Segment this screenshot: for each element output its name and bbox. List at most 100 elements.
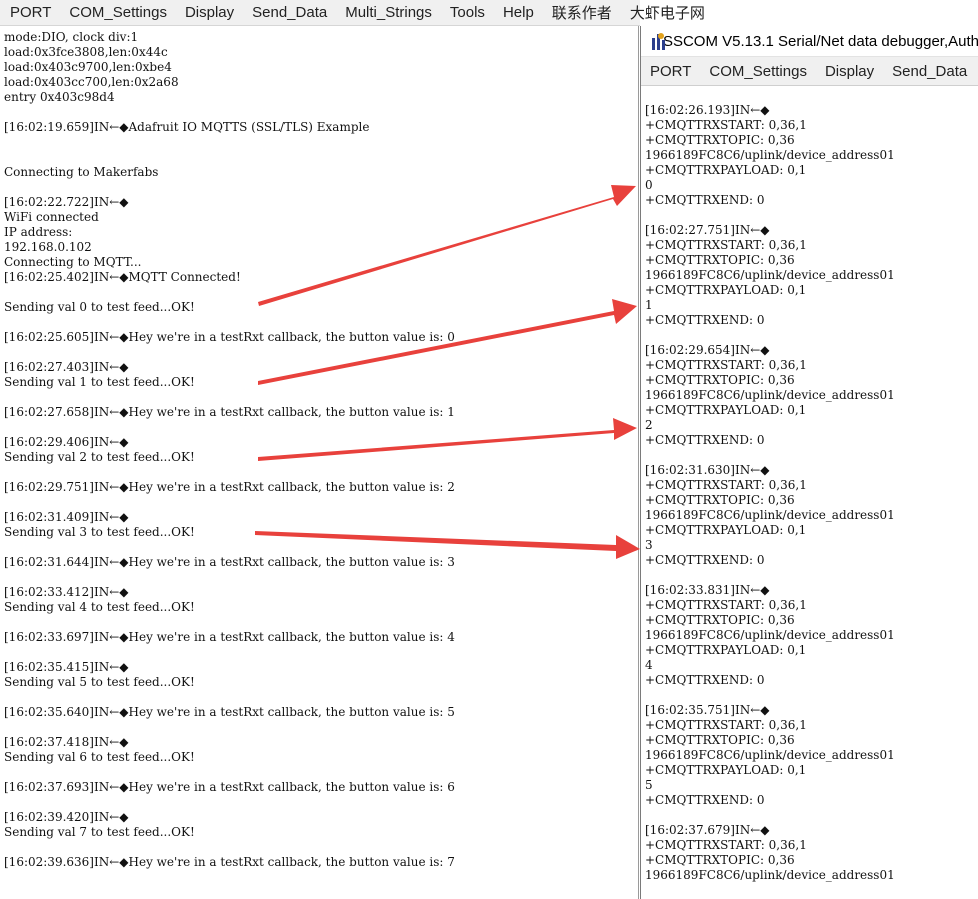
- menu-display[interactable]: Display: [816, 63, 883, 80]
- right-log-line: +CMQTTRXTOPIC: 0,36: [645, 253, 795, 267]
- left-log-text: mode:DIO, clock div:1 load:0x3fce3808,len…: [4, 30, 455, 870]
- right-log-line: [645, 208, 895, 223]
- right-log-line: +CMQTTRXPAYLOAD: 0,1: [645, 283, 807, 297]
- right-log-line: 1966189FC8C6/uplink/device_address01: [645, 628, 895, 642]
- left-log-line: [4, 540, 455, 555]
- right-log-line: +CMQTTRXTOPIC: 0,36: [645, 853, 795, 867]
- menu-send-data[interactable]: Send_Data: [243, 4, 336, 21]
- right-log-line: +CMQTTRXEND: 0: [645, 793, 765, 807]
- window-title: SSCOM V5.13.1 Serial/Net data debugger,A…: [662, 32, 978, 50]
- menu-help[interactable]: Help: [494, 4, 543, 21]
- right-log-line: +CMQTTRXPAYLOAD: 0,1: [645, 523, 807, 537]
- left-log-line: [16:02:37.418]IN←◆: [4, 735, 129, 749]
- right-log-text: [16:02:26.193]IN←◆ +CMQTTRXSTART: 0,36,1 +…: [645, 103, 895, 883]
- right-log-line: +CMQTTRXTOPIC: 0,36: [645, 373, 795, 387]
- menu-send-data[interactable]: Send_Data: [883, 63, 976, 80]
- left-log-line: [16:02:29.406]IN←◆: [4, 435, 129, 449]
- left-receive-panel[interactable]: mode:DIO, clock div:1 load:0x3fce3808,len…: [0, 26, 639, 899]
- menu-com-settings[interactable]: COM_Settings: [60, 4, 176, 21]
- right-receive-panel[interactable]: [16:02:26.193]IN←◆ +CMQTTRXSTART: 0,36,1 +…: [641, 86, 978, 899]
- left-log-line: [16:02:19.659]IN←◆Adafruit IO MQTTS (SSL…: [4, 120, 370, 134]
- right-log-line: 5: [645, 778, 653, 792]
- left-log-line: Sending val 5 to test feed...OK!: [4, 675, 195, 689]
- menu-port[interactable]: PORT: [641, 63, 700, 80]
- right-log-line: [16:02:37.679]IN←◆: [645, 823, 770, 837]
- menu-port[interactable]: PORT: [0, 4, 60, 21]
- sscom-window: SSCOM V5.13.1 Serial/Net data debugger,A…: [640, 26, 978, 899]
- left-log-line: [16:02:35.640]IN←◆Hey we're in a testRxt…: [4, 705, 455, 719]
- right-log-line: +CMQTTRXEND: 0: [645, 673, 765, 687]
- left-log-line: [4, 840, 455, 855]
- right-log-line: 1966189FC8C6/uplink/device_address01: [645, 268, 895, 282]
- left-log-line: [4, 180, 455, 195]
- right-log-line: +CMQTTRXEND: 0: [645, 553, 765, 567]
- right-log-line: +CMQTTRXPAYLOAD: 0,1: [645, 763, 807, 777]
- left-log-line: [16:02:25.605]IN←◆Hey we're in a testRxt…: [4, 330, 455, 344]
- right-log-line: 1966189FC8C6/uplink/device_address01: [645, 148, 895, 162]
- left-log-line: IP address:: [4, 225, 73, 239]
- left-log-line: [4, 690, 455, 705]
- left-log-line: [4, 285, 455, 300]
- right-log-line: +CMQTTRXTOPIC: 0,36: [645, 133, 795, 147]
- right-log-line: 1966189FC8C6/uplink/device_address01: [645, 388, 895, 402]
- right-log-line: +CMQTTRXTOPIC: 0,36: [645, 613, 795, 627]
- right-log-line: 4: [645, 658, 653, 672]
- right-log-line: 0: [645, 178, 653, 192]
- right-log-line: 1966189FC8C6/uplink/device_address01: [645, 508, 895, 522]
- left-log-line: [4, 135, 455, 150]
- left-log-line: [4, 315, 455, 330]
- right-log-line: 1: [645, 298, 653, 312]
- menu-daxia-website[interactable]: 大虾电子网: [621, 2, 714, 23]
- left-log-line: [4, 105, 455, 120]
- right-log-line: +CMQTTRXSTART: 0,36,1: [645, 478, 807, 492]
- left-log-line: [16:02:25.402]IN←◆MQTT Connected!: [4, 270, 241, 284]
- right-log-line: [16:02:35.751]IN←◆: [645, 703, 770, 717]
- right-log-line: +CMQTTRXSTART: 0,36,1: [645, 718, 807, 732]
- menu-contact-author[interactable]: 联系作者: [543, 2, 621, 23]
- left-log-line: [16:02:22.722]IN←◆: [4, 195, 129, 209]
- left-log-line: mode:DIO, clock div:1: [4, 30, 139, 44]
- right-log-line: 2: [645, 418, 653, 432]
- left-log-line: Sending val 3 to test feed...OK!: [4, 525, 195, 539]
- right-log-line: +CMQTTRXEND: 0: [645, 433, 765, 447]
- right-log-line: +CMQTTRXEND: 0: [645, 193, 765, 207]
- left-log-line: Connecting to Makerfabs: [4, 165, 159, 179]
- right-log-line: [16:02:31.630]IN←◆: [645, 463, 770, 477]
- menu-display[interactable]: Display: [176, 4, 243, 21]
- right-log-line: +CMQTTRXTOPIC: 0,36: [645, 493, 795, 507]
- left-log-line: 192.168.0.102: [4, 240, 92, 254]
- sscom-app-icon: [651, 32, 665, 50]
- right-log-line: +CMQTTRXEND: 0: [645, 313, 765, 327]
- menu-multi-strings[interactable]: Multi_Strings: [336, 4, 441, 21]
- right-log-line: +CMQTTRXSTART: 0,36,1: [645, 598, 807, 612]
- right-log-line: [645, 688, 895, 703]
- left-log-line: [4, 345, 455, 360]
- right-log-line: +CMQTTRXTOPIC: 0,36: [645, 733, 795, 747]
- right-log-line: [645, 448, 895, 463]
- left-log-line: [16:02:29.751]IN←◆Hey we're in a testRxt…: [4, 480, 455, 494]
- left-log-line: [4, 495, 455, 510]
- left-log-line: Sending val 4 to test feed...OK!: [4, 600, 195, 614]
- right-log-line: [16:02:33.831]IN←◆: [645, 583, 770, 597]
- right-log-line: +CMQTTRXSTART: 0,36,1: [645, 238, 807, 252]
- left-log-line: load:0x403c9700,len:0xbe4: [4, 60, 172, 74]
- left-log-line: WiFi connected: [4, 210, 99, 224]
- left-log-line: [16:02:39.420]IN←◆: [4, 810, 129, 824]
- right-log-line: +CMQTTRXPAYLOAD: 0,1: [645, 643, 807, 657]
- menu-tools[interactable]: Tools: [441, 4, 494, 21]
- menu-com-settings[interactable]: COM_Settings: [700, 63, 816, 80]
- left-log-line: [16:02:37.693]IN←◆Hey we're in a testRxt…: [4, 780, 455, 794]
- right-log-line: +CMQTTRXSTART: 0,36,1: [645, 838, 807, 852]
- right-log-line: 1966189FC8C6/uplink/device_address01: [645, 748, 895, 762]
- left-log-line: [4, 720, 455, 735]
- left-log-line: entry 0x403c98d4: [4, 90, 115, 104]
- left-log-line: [16:02:39.636]IN←◆Hey we're in a testRxt…: [4, 855, 455, 869]
- left-log-line: [4, 765, 455, 780]
- left-log-line: load:0x3fce3808,len:0x44c: [4, 45, 168, 59]
- left-log-line: [4, 390, 455, 405]
- left-log-line: Sending val 1 to test feed...OK!: [4, 375, 195, 389]
- left-log-line: [4, 645, 455, 660]
- left-log-line: [4, 150, 455, 165]
- left-log-line: [4, 795, 455, 810]
- left-log-line: Sending val 6 to test feed...OK!: [4, 750, 195, 764]
